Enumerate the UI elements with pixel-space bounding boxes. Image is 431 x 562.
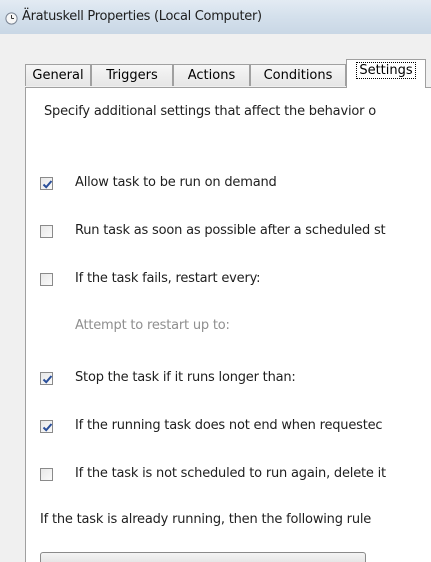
restart-on-failure-label: If the task fails, restart every: bbox=[75, 271, 261, 286]
attempt-restart-label: Attempt to restart up to: bbox=[75, 318, 230, 333]
title-bar[interactable]: Äratuskell Properties (Local Computer) bbox=[0, 0, 431, 35]
tab-conditions-label: Conditions bbox=[263, 68, 333, 83]
checkmark-icon bbox=[42, 423, 53, 432]
stop-if-runs-longer-label: Stop the task if it runs longer than: bbox=[75, 370, 296, 385]
tab-settings-label: Settings bbox=[356, 62, 416, 79]
restart-on-failure-checkbox[interactable] bbox=[40, 273, 53, 286]
tab-actions[interactable]: Actions bbox=[173, 64, 250, 86]
tab-triggers[interactable]: Triggers bbox=[91, 64, 173, 86]
stop-if-runs-longer-checkbox[interactable] bbox=[40, 372, 53, 385]
allow-run-on-demand-checkbox[interactable] bbox=[40, 177, 53, 190]
settings-intro: Specify additional settings that affect … bbox=[44, 104, 376, 119]
window-title: Äratuskell Properties (Local Computer) bbox=[22, 9, 262, 24]
force-stop-checkbox[interactable] bbox=[40, 420, 53, 433]
tab-general[interactable]: General bbox=[25, 64, 91, 86]
running-rule-dropdown[interactable] bbox=[40, 552, 366, 562]
tab-settings[interactable]: Settings bbox=[346, 59, 426, 88]
delete-if-not-scheduled-label: If the task is not scheduled to run agai… bbox=[75, 466, 386, 481]
clock-icon bbox=[5, 10, 18, 25]
tab-general-label: General bbox=[32, 68, 84, 83]
force-stop-label: If the running task does not end when re… bbox=[75, 418, 383, 433]
properties-dialog: Äratuskell Properties (Local Computer) G… bbox=[0, 0, 431, 562]
tab-conditions[interactable]: Conditions bbox=[250, 64, 346, 86]
tab-actions-label: Actions bbox=[187, 68, 236, 83]
tab-strip: General Triggers Actions Conditions Sett… bbox=[0, 34, 431, 88]
run-after-missed-start-checkbox[interactable] bbox=[40, 225, 53, 238]
run-after-missed-start-label: Run task as soon as possible after a sch… bbox=[75, 223, 386, 238]
checkmark-icon bbox=[42, 375, 53, 384]
already-running-rule-label: If the task is already running, then the… bbox=[40, 512, 372, 527]
allow-run-on-demand-label: Allow task to be run on demand bbox=[75, 175, 277, 190]
tab-triggers-label: Triggers bbox=[106, 68, 158, 83]
delete-if-not-scheduled-checkbox[interactable] bbox=[40, 468, 53, 481]
checkmark-icon bbox=[42, 180, 53, 189]
